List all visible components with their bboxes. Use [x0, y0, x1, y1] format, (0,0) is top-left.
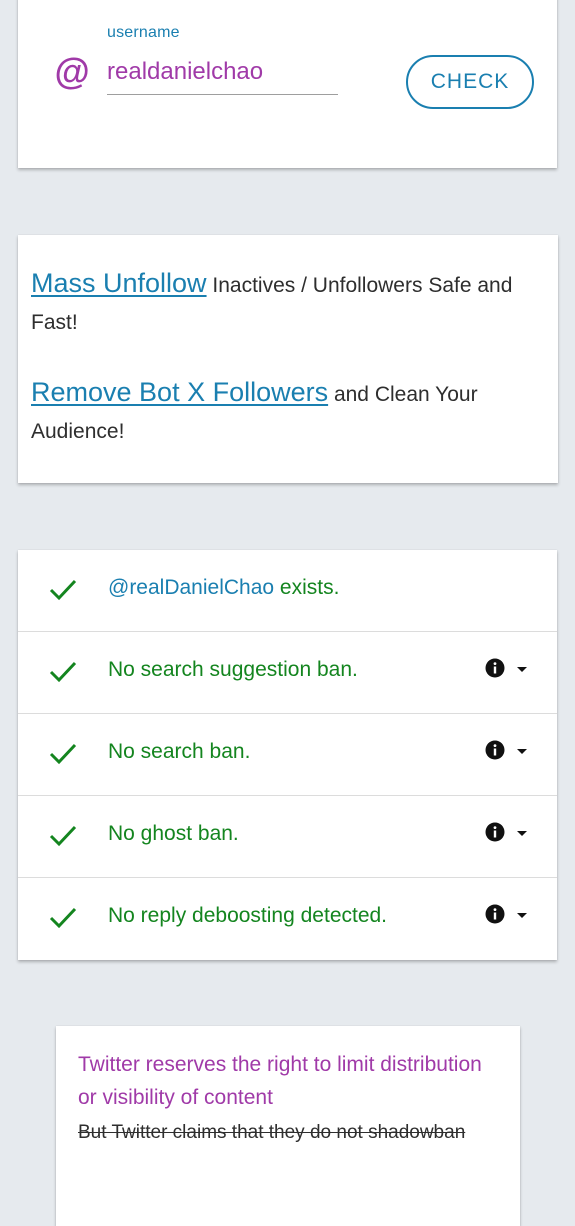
mass-unfollow-link[interactable]: Mass Unfollow — [31, 268, 207, 298]
info-icon[interactable] — [485, 740, 505, 760]
check-button[interactable]: CHECK — [406, 55, 534, 109]
result-exists-text: @realDanielChao exists. — [108, 576, 339, 600]
username-search-card: username @ realdanielchao CHECK — [18, 0, 557, 168]
result-row-search-suggestion-ban[interactable]: No search suggestion ban. — [18, 632, 557, 714]
result-row-exists: @realDanielChao exists. — [18, 550, 557, 632]
result-text: No search ban. — [108, 740, 251, 763]
caret-down-icon[interactable] — [516, 666, 528, 674]
result-handle: @realDanielChao — [108, 576, 275, 599]
check-icon — [49, 661, 77, 683]
caret-down-icon[interactable] — [516, 912, 528, 920]
check-icon — [49, 743, 77, 765]
result-row-search-ban[interactable]: No search ban. — [18, 714, 557, 796]
username-input[interactable]: realdanielchao — [107, 58, 338, 95]
caret-down-icon[interactable] — [516, 748, 528, 756]
result-text: No search suggestion ban. — [108, 658, 358, 681]
at-icon: @ — [54, 51, 90, 92]
username-label: username — [107, 24, 180, 41]
result-row-reply-deboosting[interactable]: No reply deboosting detected. — [18, 878, 557, 960]
info-icon[interactable] — [485, 904, 505, 924]
check-icon — [49, 907, 77, 929]
caret-down-icon[interactable] — [516, 830, 528, 838]
quote-strikethrough-text: But Twitter claims that they do not shad… — [78, 1122, 466, 1143]
result-row-ghost-ban[interactable]: No ghost ban. — [18, 796, 557, 878]
results-card: @realDanielChao exists. No search sugges… — [18, 550, 557, 960]
promo-item-remove-bots: Remove Bot X Followers and Clean Your Au… — [31, 374, 521, 450]
check-icon — [49, 579, 77, 601]
info-icon[interactable] — [485, 658, 505, 678]
quote-main-text: Twitter reserves the right to limit dist… — [78, 1053, 482, 1109]
remove-bot-followers-link[interactable]: Remove Bot X Followers — [31, 377, 328, 407]
check-icon — [49, 825, 77, 847]
quote-card: Twitter reserves the right to limit dist… — [56, 1026, 520, 1226]
info-icon[interactable] — [485, 822, 505, 842]
promo-item-mass-unfollow: Mass Unfollow Inactives / Unfollowers Sa… — [31, 265, 521, 341]
result-exists-suffix: exists. — [274, 576, 340, 599]
result-text: No reply deboosting detected. — [108, 904, 388, 927]
result-text: No ghost ban. — [108, 822, 239, 845]
